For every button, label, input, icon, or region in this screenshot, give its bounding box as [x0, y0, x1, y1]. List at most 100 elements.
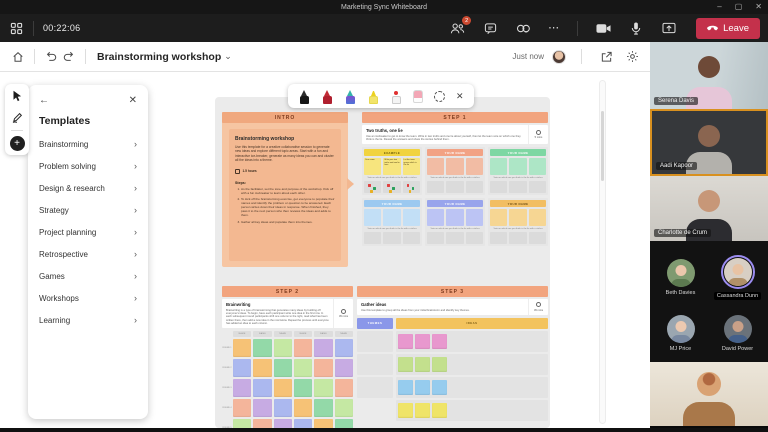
rooms-icon[interactable]	[515, 20, 531, 36]
vote-box[interactable]	[427, 232, 444, 244]
sticky-note[interactable]	[415, 380, 430, 395]
sticky-note[interactable]	[398, 357, 413, 372]
sticky-note[interactable]	[233, 339, 251, 357]
sticky-note[interactable]	[529, 209, 546, 226]
lasso-select-tool[interactable]	[434, 91, 445, 102]
sticky-note[interactable]	[432, 403, 447, 418]
vote-box[interactable]	[509, 181, 526, 193]
sticky-note[interactable]	[335, 379, 353, 397]
intro-panel[interactable]: INTRO Brainstorming workshop Use this te…	[222, 112, 348, 267]
sticky-note[interactable]	[466, 209, 483, 226]
theme-placeholder[interactable]	[357, 354, 393, 375]
vote-box[interactable]	[403, 232, 420, 244]
sticky-note[interactable]	[314, 339, 332, 357]
pen-tool[interactable]	[9, 109, 25, 125]
ideas-row[interactable]	[396, 377, 548, 398]
sticky-note[interactable]	[233, 359, 251, 377]
vote-box[interactable]	[383, 181, 400, 193]
theme-placeholder[interactable]	[357, 377, 393, 398]
select-cursor-tool[interactable]	[9, 88, 25, 104]
sticky-note[interactable]	[294, 379, 312, 397]
chevron-down-icon[interactable]: ⌄	[224, 51, 232, 62]
participant-avatar-cell[interactable]: MJ Price	[652, 308, 709, 361]
vote-box[interactable]	[364, 232, 381, 244]
sticky-note[interactable]	[398, 334, 413, 349]
minimize-button[interactable]: –	[717, 0, 721, 14]
template-category-item[interactable]: Brainstorming ›	[39, 133, 137, 155]
vote-box[interactable]	[466, 181, 483, 193]
settings-gear-icon[interactable]	[623, 48, 641, 66]
participant-video-tile[interactable]: Aadi Kapoor	[650, 109, 768, 176]
mic-icon[interactable]	[628, 20, 644, 36]
template-category-item[interactable]: Problem solving ›	[39, 155, 137, 177]
participant-video-tile[interactable]: Serena Davis	[650, 42, 768, 109]
board-title[interactable]: Brainstorming workshop	[97, 51, 221, 63]
sticky-note[interactable]	[253, 359, 271, 377]
sticky-note[interactable]	[509, 209, 526, 226]
ideas-row[interactable]	[396, 354, 548, 375]
vote-box[interactable]	[490, 232, 507, 244]
participant-avatar-cell[interactable]: David Power	[709, 308, 766, 361]
vote-box[interactable]	[529, 181, 546, 193]
sticky-note[interactable]: Write your two truths and one lie here	[383, 158, 400, 175]
sticky-note[interactable]	[233, 379, 251, 397]
step1-name-column[interactable]: EXAMPLE Your name Write your two truths …	[362, 147, 422, 195]
sticky-note[interactable]	[364, 209, 381, 226]
sticky-note[interactable]	[274, 419, 292, 428]
eraser-tool[interactable]	[413, 90, 423, 103]
template-board[interactable]: INTRO Brainstorming workshop Use this te…	[215, 97, 550, 428]
sticky-note[interactable]	[427, 158, 444, 175]
close-panel-icon[interactable]: ✕	[129, 95, 137, 106]
sticky-note[interactable]	[314, 399, 332, 417]
sticky-note[interactable]	[335, 399, 353, 417]
laser-pointer-tool[interactable]	[390, 88, 402, 104]
highlighter-tool[interactable]	[367, 88, 379, 104]
sticky-note[interactable]	[432, 357, 447, 372]
name-header[interactable]: NAME	[335, 331, 353, 337]
sticky-note[interactable]	[253, 339, 271, 357]
sticky-note[interactable]	[253, 379, 271, 397]
vote-box[interactable]	[490, 181, 507, 193]
whiteboard-canvas[interactable]: + ← ✕ Templates Brainstorming ›	[0, 72, 650, 432]
template-category-item[interactable]: Strategy ›	[39, 199, 137, 221]
sticky-note[interactable]	[335, 359, 353, 377]
template-category-item[interactable]: Project planning ›	[39, 221, 137, 243]
participant-video-tile[interactable]: Charlotte de Crum	[650, 176, 768, 241]
template-category-item[interactable]: Design & research ›	[39, 177, 137, 199]
vote-box[interactable]	[446, 181, 463, 193]
leave-button[interactable]: Leave	[696, 18, 760, 39]
canvas-scrollbar[interactable]	[599, 80, 606, 424]
sticky-note[interactable]	[274, 339, 292, 357]
name-header[interactable]: NAME	[253, 331, 271, 337]
participant-avatar-cell[interactable]: Beth Davies	[652, 247, 709, 308]
theme-placeholder[interactable]	[357, 331, 393, 352]
step1-name-column[interactable]: YOUR NAME Vote on which one you think is…	[425, 198, 485, 246]
back-icon[interactable]: ←	[39, 95, 49, 106]
vote-box[interactable]	[529, 232, 546, 244]
sticky-note[interactable]	[294, 399, 312, 417]
sticky-note[interactable]	[490, 158, 507, 175]
window-close-button[interactable]: ✕	[755, 0, 762, 14]
name-header[interactable]: NAME	[294, 331, 312, 337]
vote-box[interactable]	[364, 181, 381, 193]
sticky-note[interactable]	[432, 334, 447, 349]
step1-panel[interactable]: STEP 1 Two truths, one lie Use an icebre…	[362, 112, 548, 272]
sticky-note[interactable]	[233, 419, 251, 428]
template-category-item[interactable]: Retrospective ›	[39, 243, 137, 265]
sticky-note[interactable]	[314, 379, 332, 397]
close-ink-toolbar-icon[interactable]: ✕	[456, 91, 464, 102]
sticky-note[interactable]	[253, 419, 271, 428]
sticky-note[interactable]	[432, 380, 447, 395]
participant-video-tile[interactable]	[650, 362, 768, 426]
maximize-button[interactable]: ▢	[735, 0, 743, 14]
sticky-note[interactable]	[314, 359, 332, 377]
sticky-note[interactable]	[529, 158, 546, 175]
sticky-note[interactable]	[274, 379, 292, 397]
step2-panel[interactable]: STEP 2 Brainwriting Brainwriting is a ty…	[222, 286, 353, 428]
sticky-note[interactable]	[398, 380, 413, 395]
home-icon[interactable]	[9, 48, 27, 66]
chat-icon[interactable]	[482, 20, 498, 36]
black-pen-tool[interactable]	[298, 88, 310, 104]
step1-name-column[interactable]: YOUR NAME Vote on which one you think is…	[488, 198, 548, 246]
sticky-note[interactable]	[415, 403, 430, 418]
